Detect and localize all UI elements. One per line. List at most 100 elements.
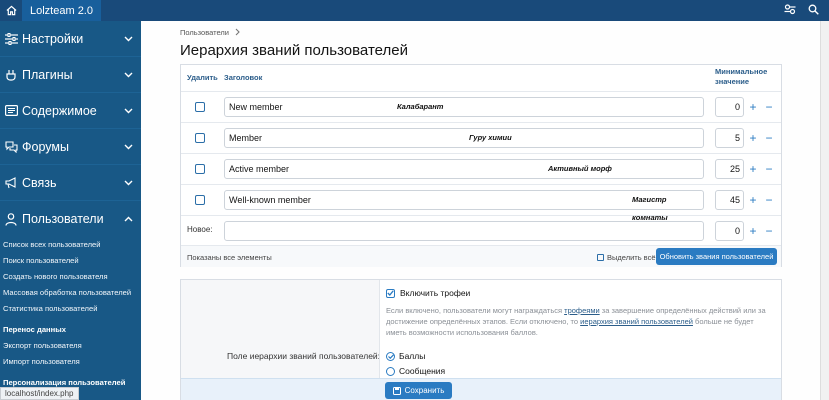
sidebar: Настройки Плагины Содержимое Форумы Связ…	[0, 21, 141, 400]
increment-button[interactable]: +	[746, 190, 760, 210]
chevron-down-icon	[124, 34, 134, 44]
sliders-icon	[4, 32, 18, 46]
title-value: Member	[229, 133, 263, 143]
table-row: New member Калабарант 0 + −	[181, 91, 781, 122]
min-value-input[interactable]: 45	[715, 190, 744, 210]
table-row: Active member Активный морф 25 + −	[181, 153, 781, 184]
rank-field-label: Поле иерархии званий пользователей:	[227, 351, 381, 361]
table-row: Well-known member Магистр комнаты 45 + −	[181, 184, 781, 222]
ranks-table: Удалить Заголовок Минимальное значение N…	[180, 64, 782, 267]
col-min: Минимальное значение	[715, 67, 768, 86]
forums-icon	[4, 140, 18, 154]
scrollbar[interactable]	[820, 21, 829, 400]
decrement-button[interactable]: −	[762, 159, 776, 179]
rank-hierarchy-link[interactable]: иерархия званий пользователей	[580, 317, 693, 326]
nav-plugins[interactable]: Плагины	[0, 57, 141, 93]
delete-checkbox[interactable]	[195, 102, 205, 112]
sub-item-batch-update[interactable]: Массовая обработка пользователей	[3, 285, 141, 301]
new-min-value-input[interactable]: 0	[715, 221, 744, 241]
title-input[interactable]: Active member Активный морф	[224, 159, 704, 179]
col-title: Заголовок	[224, 73, 263, 82]
new-title-input[interactable]	[224, 221, 704, 241]
breadcrumb: Пользователи	[180, 28, 240, 38]
sub-item-user-search[interactable]: Поиск пользователей	[3, 253, 141, 269]
decrement-button[interactable]: −	[762, 190, 776, 210]
rank-style-label: Активный морф	[548, 164, 612, 173]
chevron-down-icon	[124, 106, 134, 116]
increment-button[interactable]: +	[746, 159, 760, 179]
sub-item-user-list[interactable]: Список всех пользователей	[3, 237, 141, 253]
radio-points[interactable]: Баллы	[386, 351, 425, 361]
brand-link[interactable]: Lolzteam 2.0	[22, 0, 101, 21]
table-header: Удалить Заголовок Минимальное значение	[181, 65, 781, 91]
trophies-link[interactable]: трофеями	[564, 306, 600, 315]
home-icon	[6, 5, 16, 16]
title-input[interactable]: Well-known member Магистр комнаты	[224, 190, 704, 222]
nav-label: Форумы	[22, 139, 69, 154]
settings-toggle-icon[interactable]	[784, 3, 796, 18]
home-button[interactable]	[0, 0, 22, 21]
update-ranks-button[interactable]: Обновить звания пользователей	[656, 248, 777, 265]
search-icon[interactable]	[808, 4, 819, 18]
chevron-down-icon	[124, 142, 134, 152]
save-button[interactable]: Сохранить	[385, 382, 452, 399]
chevron-right-icon	[235, 28, 240, 38]
top-bar: Lolzteam 2.0	[0, 0, 829, 21]
chevron-down-icon	[124, 70, 134, 80]
enable-trophies-option[interactable]: Включить трофеи	[386, 288, 470, 298]
enable-trophies-label: Включить трофеи	[400, 288, 471, 298]
decrement-button[interactable]: −	[762, 221, 776, 241]
users-submenu: Список всех пользователей Поиск пользова…	[0, 237, 141, 391]
select-all-label: Выделить всё	[607, 253, 656, 262]
nav-communication[interactable]: Связь	[0, 165, 141, 201]
page-title: Иерархия званий пользователей	[180, 42, 408, 59]
check-icon[interactable]	[386, 288, 395, 298]
title-input[interactable]: New member Калабарант	[224, 97, 704, 117]
nav-forums[interactable]: Форумы	[0, 129, 141, 165]
sub-item-create-user[interactable]: Создать нового пользователя	[3, 269, 141, 285]
radio-messages[interactable]: Сообщения	[386, 366, 445, 376]
radio-button[interactable]	[386, 366, 395, 376]
sub-item-import-user[interactable]: Импорт пользователя	[3, 354, 141, 370]
title-value: Active member	[229, 164, 290, 174]
sub-item-user-stats[interactable]: Статистика пользователей	[3, 301, 141, 317]
user-icon	[4, 212, 18, 226]
trophies-hint: Если включено, пользователи могут награж…	[386, 305, 766, 338]
nav-label: Содержимое	[22, 103, 97, 118]
rank-style-label: Калабарант	[397, 102, 444, 111]
shown-all-text: Показаны все элементы	[187, 253, 272, 262]
increment-button[interactable]: +	[746, 97, 760, 117]
min-value-input[interactable]: 25	[715, 159, 744, 179]
min-value-input[interactable]: 0	[715, 97, 744, 117]
breadcrumb-users[interactable]: Пользователи	[180, 28, 229, 38]
options-panel: Поле иерархии званий пользователей: Вклю…	[180, 279, 782, 400]
select-all-checkbox[interactable]	[597, 254, 604, 261]
select-all-toggle[interactable]: Выделить всё	[597, 253, 656, 262]
nav-users[interactable]: Пользователи	[0, 201, 141, 237]
delete-checkbox[interactable]	[195, 164, 205, 174]
radio-points-label: Баллы	[399, 351, 426, 361]
title-input[interactable]: Member Гуру химии	[224, 128, 704, 148]
nav-settings[interactable]: Настройки	[0, 21, 141, 57]
main-content: Пользователи Иерархия званий пользовател…	[141, 21, 829, 400]
radio-check-icon[interactable]	[386, 351, 395, 361]
rank-style-label: Гуру химии	[469, 133, 512, 142]
nav-label: Настройки	[22, 31, 84, 46]
table-row: Member Гуру химии 5 + −	[181, 122, 781, 153]
min-value-input[interactable]: 5	[715, 128, 744, 148]
nav-label: Плагины	[22, 67, 73, 82]
decrement-button[interactable]: −	[762, 97, 776, 117]
increment-button[interactable]: +	[746, 221, 760, 241]
increment-button[interactable]: +	[746, 128, 760, 148]
delete-checkbox[interactable]	[195, 133, 205, 143]
new-label: Новое:	[187, 225, 213, 234]
title-value: Well-known member	[229, 195, 311, 205]
sub-item-export-user[interactable]: Экспорт пользователя	[3, 338, 141, 354]
nav-label: Связь	[22, 175, 57, 190]
delete-checkbox[interactable]	[195, 195, 205, 205]
table-row-new: Новое: 0 + −	[181, 215, 781, 246]
nav-content[interactable]: Содержимое	[0, 93, 141, 129]
decrement-button[interactable]: −	[762, 128, 776, 148]
radio-messages-label: Сообщения	[399, 366, 446, 376]
save-bar: Сохранить	[181, 378, 781, 400]
